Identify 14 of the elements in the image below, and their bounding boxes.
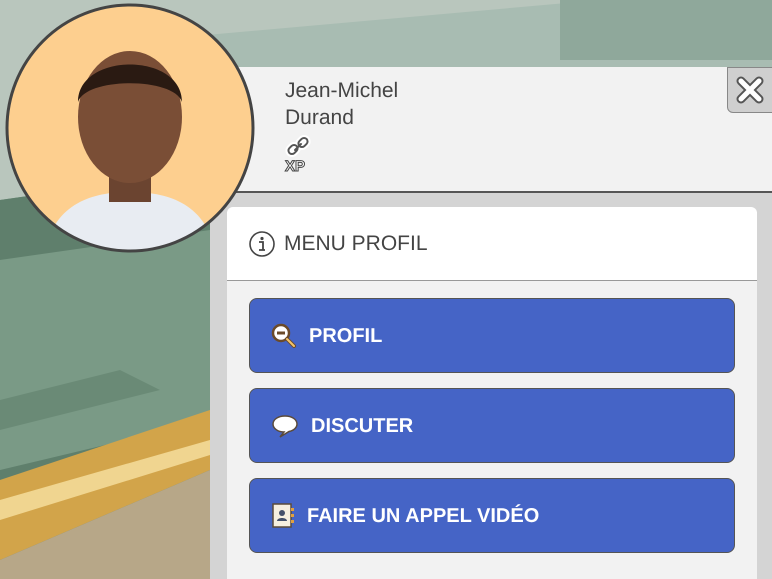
menu-button[interactable]: DISCUTER <box>249 388 735 463</box>
menu-button[interactable]: FAIRE UN APPEL VIDÉO <box>249 478 735 553</box>
xp-label: XP <box>285 158 306 176</box>
zoom-out-icon <box>271 322 297 348</box>
user-name: Jean-Michel <box>285 78 398 104</box>
info-icon <box>248 230 276 258</box>
link-icon <box>285 134 313 158</box>
speech-bubble-icon <box>271 414 299 438</box>
user-name: Durand <box>285 105 354 131</box>
close-icon <box>735 75 765 105</box>
address-book-icon <box>271 502 295 528</box>
menu-button[interactable]: PROFIL <box>249 298 735 373</box>
menu-title: MENU PROFIL <box>284 230 428 257</box>
close-button[interactable] <box>727 67 772 113</box>
